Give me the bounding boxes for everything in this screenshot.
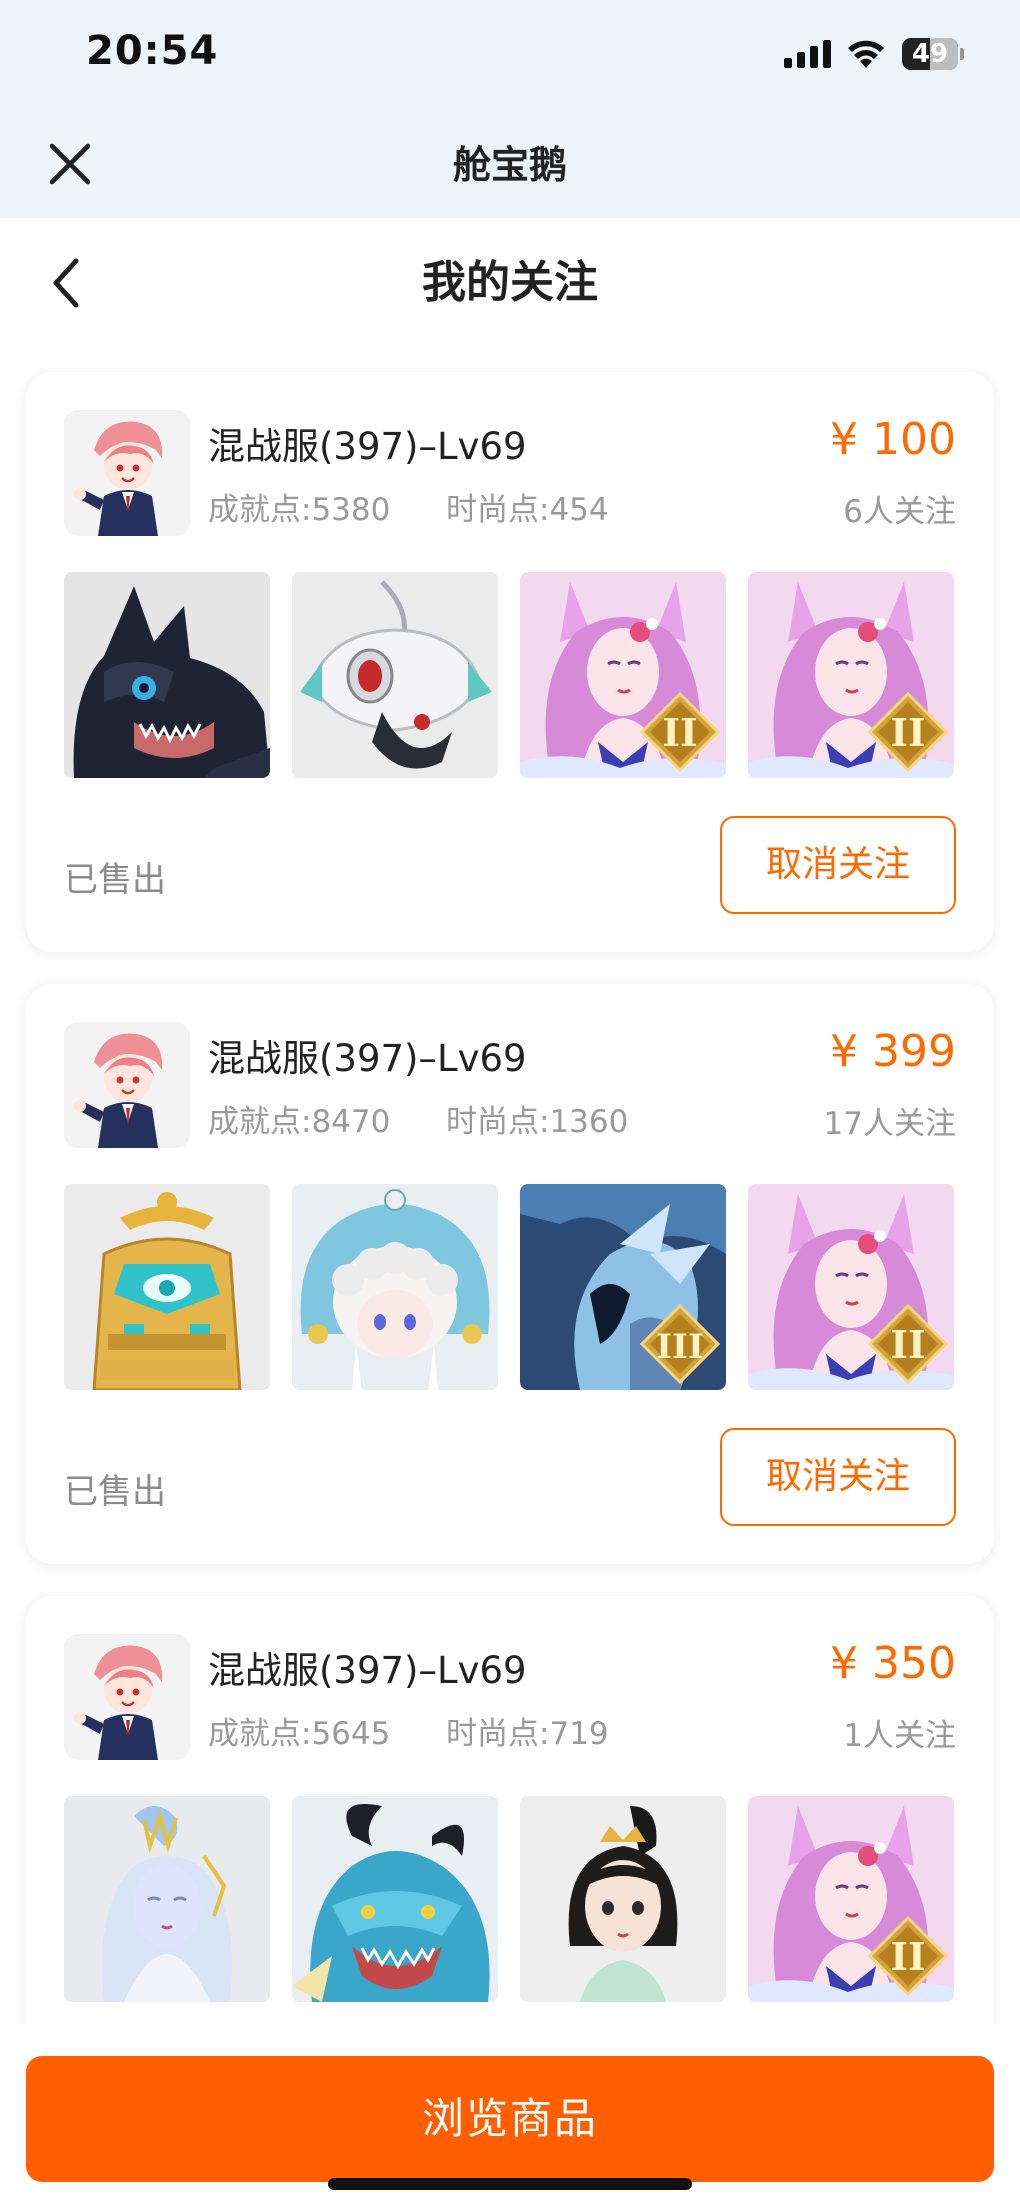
listing-title: 混战服(397)–Lv69 xyxy=(208,1649,527,1692)
unfollow-button[interactable]: 取消关注 xyxy=(720,816,956,914)
ice-dragon-knight-tier-3-image xyxy=(520,1184,726,1390)
follower-count: 6人关注 xyxy=(843,494,956,530)
status-bar: 20:54 49 xyxy=(0,0,1020,112)
fashion-points: 时尚点:1360 xyxy=(446,1104,629,1140)
unfollow-button[interactable]: 取消关注 xyxy=(720,1428,956,1526)
pink-fox-girl-tier-2-image xyxy=(520,572,726,778)
fashion-points: 时尚点:719 xyxy=(446,1716,609,1752)
golden-throne-image xyxy=(64,1184,270,1390)
black-dragon-image xyxy=(64,572,270,778)
signal-icon xyxy=(784,40,831,68)
black-haired-girl-image xyxy=(520,1796,726,2002)
app-bar: 舱宝鹅 xyxy=(0,112,1020,218)
listing-price: ¥ 100 xyxy=(830,414,956,465)
pink-fox-girl-tier-2-image xyxy=(748,1796,954,2002)
listing-price: ¥ 399 xyxy=(830,1026,956,1077)
close-button[interactable] xyxy=(40,134,100,194)
character-avatar xyxy=(64,1634,190,1760)
close-icon xyxy=(49,143,91,185)
wifi-icon xyxy=(848,40,884,68)
achievement-points: 成就点:5380 xyxy=(208,492,391,528)
white-haired-lady-image xyxy=(64,1796,270,2002)
watchlist[interactable]: 混战服(397)–Lv69 成就点:5380 时尚点:454 ¥ 100 6人关… xyxy=(0,348,1020,2024)
nav-bar: 我的关注 xyxy=(0,218,1020,348)
achievement-points: 成就点:8470 xyxy=(208,1104,391,1140)
battery-icon: 49 xyxy=(902,38,964,70)
character-avatar xyxy=(64,1022,190,1148)
pink-fox-girl-tier-2-image xyxy=(748,1184,954,1390)
follower-count: 17人关注 xyxy=(823,1106,956,1142)
status-time: 20:54 xyxy=(86,28,219,74)
fashion-points: 时尚点:454 xyxy=(446,492,609,528)
character-avatar xyxy=(64,410,190,536)
listing-card[interactable]: 混战服(397)–Lv69 成就点:8470 时尚点:1360 ¥ 399 17… xyxy=(26,984,994,1564)
blue-curly-hair-doll-image xyxy=(292,1184,498,1390)
browse-products-button[interactable]: 浏览商品 xyxy=(26,2056,994,2182)
item-thumbnails xyxy=(64,1184,956,1390)
listing-price: ¥ 350 xyxy=(830,1638,956,1689)
chevron-left-icon xyxy=(53,258,79,308)
back-button[interactable] xyxy=(36,250,96,316)
white-mech-beast-image xyxy=(292,572,498,778)
sold-status: 已售出 xyxy=(64,1472,166,1512)
sold-status: 已售出 xyxy=(64,860,166,900)
follower-count: 1人关注 xyxy=(843,1718,956,1754)
pink-fox-girl-tier-2-image xyxy=(748,572,954,778)
listing-card[interactable]: 混战服(397)–Lv69 成就点:5380 时尚点:454 ¥ 100 6人关… xyxy=(26,372,994,952)
home-indicator[interactable] xyxy=(328,2178,692,2190)
listing-title: 混战服(397)–Lv69 xyxy=(208,1037,527,1080)
battery-level: 49 xyxy=(911,39,949,69)
blue-horned-dragon-image xyxy=(292,1796,498,2002)
listing-card[interactable]: 混战服(397)–Lv69 成就点:5645 时尚点:719 ¥ 350 1人关… xyxy=(26,1596,994,2024)
item-thumbnails xyxy=(64,1796,956,2002)
listing-title: 混战服(397)–Lv69 xyxy=(208,425,527,468)
page-title: 我的关注 xyxy=(422,257,598,308)
item-thumbnails xyxy=(64,572,956,778)
achievement-points: 成就点:5645 xyxy=(208,1716,391,1752)
app-title: 舱宝鹅 xyxy=(452,143,567,187)
